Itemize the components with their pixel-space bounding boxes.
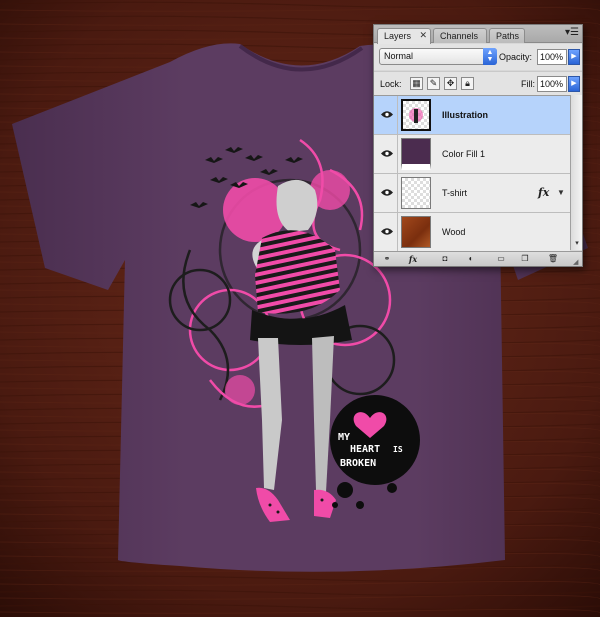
badge-line-4: BROKEN (340, 458, 376, 469)
trash-icon[interactable]: 🗑︎ (544, 253, 562, 265)
transparent-thumbnail (401, 177, 431, 209)
layer-list-scrollbar[interactable]: ▾ (570, 95, 582, 250)
lock-transparent-pixels-icon[interactable]: ▦ (410, 77, 423, 90)
opacity-field[interactable]: 100% (537, 49, 567, 65)
layer-name: Color Fill 1 (442, 149, 486, 159)
layer-row-color-fill-1[interactable]: Color Fill 1 (374, 135, 570, 174)
panel-footer: ⚭ fx ◘ ◐ ▭ ❐ 🗑︎ ◢ (374, 251, 582, 266)
blend-mode-select[interactable]: Normal ▲ ▼ (379, 48, 497, 65)
layer-mask-icon[interactable]: ◘ (436, 253, 454, 265)
blend-row: Normal ▲ ▼ Opacity: 100% ▶ (374, 44, 582, 70)
opacity-slider-arrow-icon[interactable]: ▶ (568, 49, 580, 65)
color-fill-thumbnail (401, 138, 431, 170)
eye-icon (381, 228, 393, 235)
badge-line-2: HEART (350, 444, 380, 455)
lock-all-icon[interactable]: 🔒︎ (461, 77, 474, 90)
visibility-toggle[interactable] (376, 96, 398, 134)
badge-line-1: MY (338, 432, 350, 443)
tab-channels[interactable]: Channels (433, 28, 487, 43)
layer-row-t-shirt[interactable]: T-shirt fx ▼ (374, 174, 570, 213)
tab-channels-label: Channels (440, 31, 479, 41)
layer-name: T-shirt (442, 188, 468, 198)
layer-row-illustration[interactable]: Illustration (374, 96, 570, 135)
fx-icon[interactable]: fx (538, 186, 549, 199)
illustration-thumbnail (401, 99, 431, 131)
lock-label: Lock: (380, 79, 402, 89)
select-arrows-icon[interactable]: ▲ ▼ (483, 48, 497, 65)
scroll-down-icon[interactable]: ▾ (572, 239, 582, 249)
layers-panel: Layers ✕ Channels Paths ▾☰ Normal ▲ ▼ Opa… (373, 24, 583, 267)
visibility-toggle[interactable] (376, 135, 398, 173)
opacity-label: Opacity: (499, 52, 533, 62)
panel-menu-icon[interactable]: ▾☰ (564, 28, 580, 40)
tab-layers[interactable]: Layers ✕ (377, 28, 431, 44)
tab-paths[interactable]: Paths (489, 28, 525, 43)
fill-label: Fill: (521, 79, 535, 89)
eye-icon (381, 189, 393, 196)
tab-paths-label: Paths (496, 31, 520, 41)
visibility-toggle[interactable] (376, 213, 398, 251)
layer-name: Wood (442, 227, 466, 237)
fill-slider-arrow-icon[interactable]: ▶ (568, 76, 580, 92)
fx-icon[interactable]: fx (404, 253, 422, 265)
panel-tab-bar: Layers ✕ Channels Paths ▾☰ (374, 25, 582, 44)
illustration-thumb-art (409, 108, 423, 123)
chevron-down-icon[interactable]: ▼ (557, 188, 565, 197)
fill-field[interactable]: 100% (537, 76, 567, 92)
layer-name: Illustration (442, 110, 489, 120)
layer-row-wood[interactable]: Wood (374, 213, 570, 252)
visibility-toggle[interactable] (376, 174, 398, 212)
blend-mode-value: Normal (384, 51, 414, 61)
lock-row: Lock: ▦ ✎ ✥ 🔒︎ Fill: 100% ▶ (374, 71, 582, 95)
adjustment-layer-icon[interactable]: ◐ (462, 253, 480, 265)
new-group-icon[interactable]: ▭ (492, 253, 510, 265)
wood-thumbnail (401, 216, 431, 248)
tab-layers-label: Layers (384, 31, 412, 41)
close-icon[interactable]: ✕ (419, 30, 427, 41)
new-layer-icon[interactable]: ❐ (516, 253, 534, 265)
layer-list: Illustration Color Fill 1 T-shirt fx ▼ W… (374, 95, 570, 252)
lock-position-icon[interactable]: ✥ (444, 77, 457, 90)
resize-grip-icon[interactable]: ◢ (573, 258, 581, 266)
badge-line-3: IS (393, 445, 403, 454)
eye-icon (381, 111, 393, 118)
link-layers-icon[interactable]: ⚭ (378, 253, 396, 265)
lock-image-pixels-icon[interactable]: ✎ (427, 77, 440, 90)
eye-icon (381, 150, 393, 157)
